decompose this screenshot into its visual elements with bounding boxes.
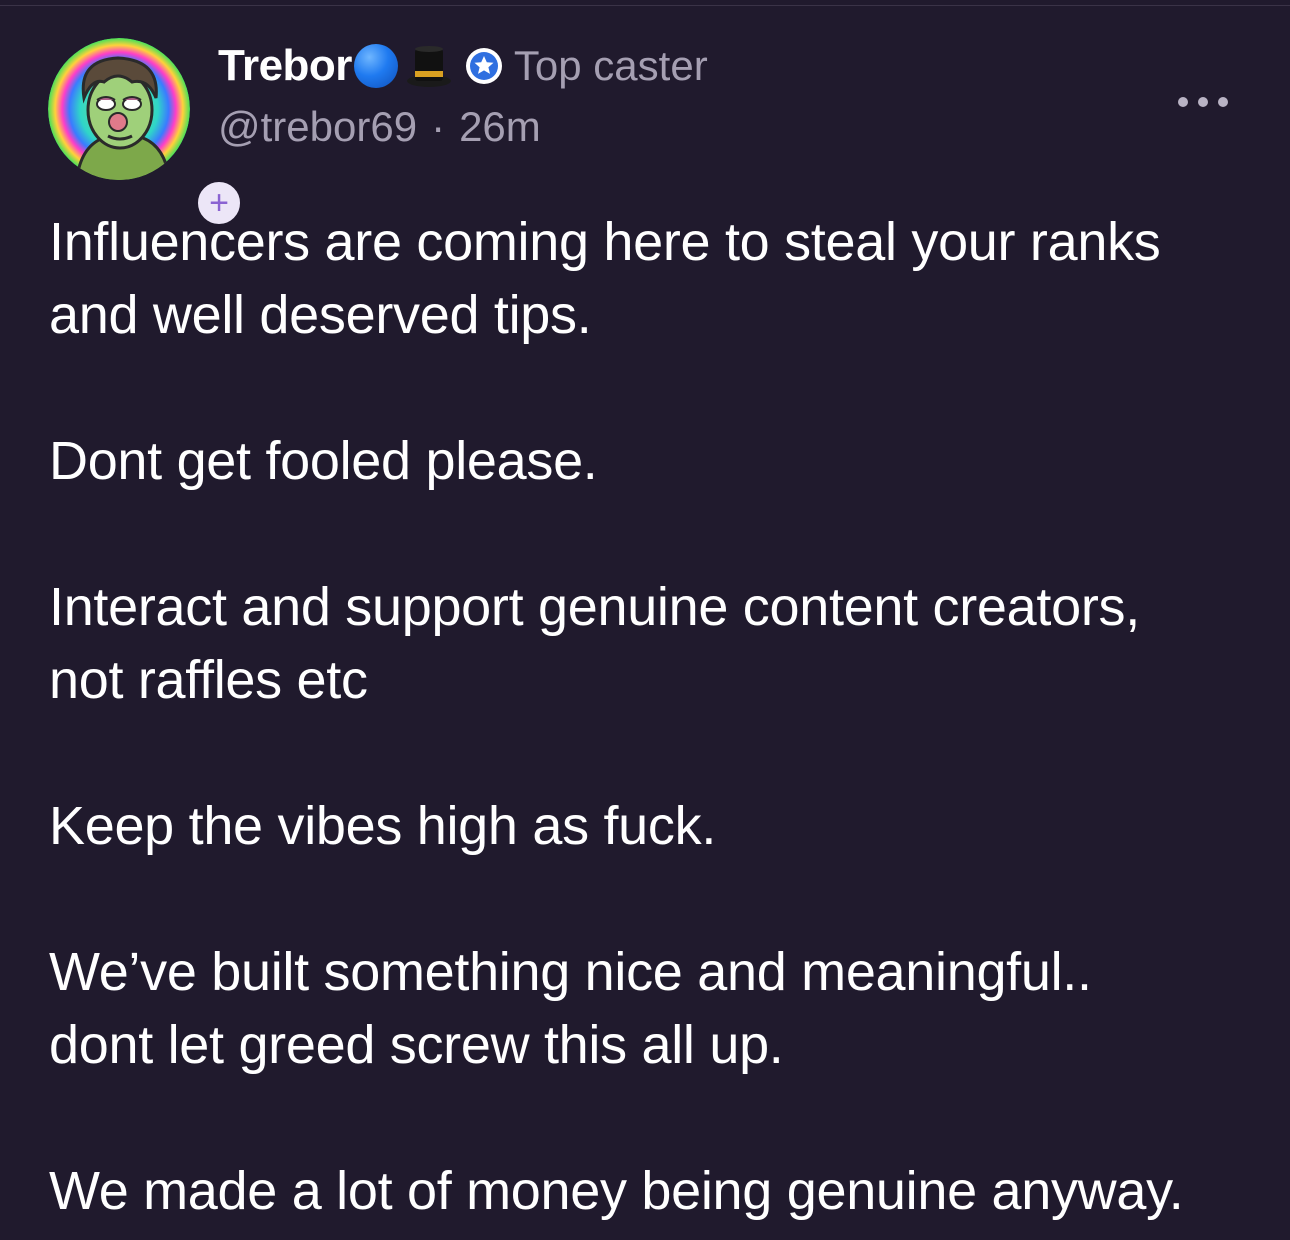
- display-name[interactable]: Trebor: [218, 41, 352, 91]
- cast-text: Influencers are coming here to steal you…: [49, 206, 1249, 1228]
- text-line: dont let greed screw this all up.: [49, 1015, 784, 1075]
- text-line: Keep the vibes high as fuck.: [49, 796, 717, 856]
- text-line: and well deserved tips.: [49, 285, 592, 345]
- cast-paragraph: We made a lot of money being genuine any…: [49, 1155, 1249, 1228]
- text-line: We’ve built something nice and meaningfu…: [49, 942, 1092, 1002]
- more-horizontal-icon: [1178, 97, 1188, 107]
- top-hat-emoji-icon: [404, 41, 454, 91]
- text-line: not raffles etc: [49, 650, 368, 710]
- meta-separator: ·: [431, 103, 446, 150]
- timestamp[interactable]: 26m: [459, 103, 541, 151]
- star-badge-icon: [465, 48, 502, 84]
- author-meta: @trebor69 · 26m: [218, 100, 541, 154]
- cast-paragraph: Keep the vibes high as fuck.: [49, 790, 1249, 863]
- more-options-button[interactable]: [1178, 88, 1228, 116]
- cast-paragraph: Dont get fooled please.: [49, 425, 1249, 498]
- avatar-image: [48, 38, 190, 180]
- cast-paragraph: Interact and support genuine content cre…: [49, 571, 1249, 717]
- more-horizontal-icon-dot: [1218, 97, 1228, 107]
- cast-paragraph: Influencers are coming here to steal you…: [49, 206, 1249, 352]
- avatar[interactable]: [48, 38, 190, 180]
- badge-label: Top caster: [513, 42, 708, 89]
- text-line: We made a lot of money being genuine any…: [49, 1161, 1184, 1221]
- text-line: Interact and support genuine content cre…: [49, 577, 1140, 637]
- cast-paragraph: We’ve built something nice and meaningfu…: [49, 936, 1249, 1082]
- blue-circle-emoji-icon: [353, 44, 398, 88]
- author-header: Trebor Top caster: [218, 36, 708, 96]
- text-line: Influencers are coming here to steal you…: [49, 212, 1161, 272]
- text-line: Dont get fooled please.: [49, 431, 598, 491]
- more-horizontal-icon-dot: [1198, 97, 1208, 107]
- cast-card[interactable]: + Trebor Top caster @trebor69 · 26m Infl…: [0, 0, 1290, 1240]
- avatar-container[interactable]: +: [48, 38, 244, 228]
- username[interactable]: @trebor69: [218, 103, 417, 151]
